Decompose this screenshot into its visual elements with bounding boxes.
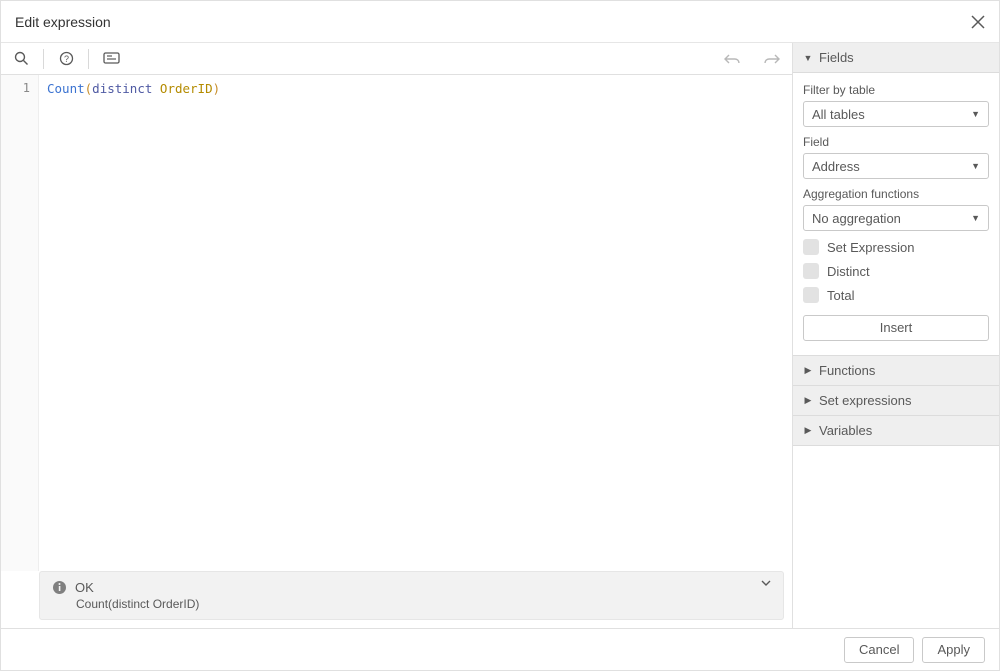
token-function: Count: [47, 81, 85, 96]
checkbox-box: [803, 263, 819, 279]
chevron-right-icon: ▶: [803, 395, 813, 406]
accordion-variables-label: Variables: [819, 423, 872, 438]
field-group: Field Address ▼: [803, 135, 989, 179]
status-label: OK: [75, 580, 94, 595]
cancel-button[interactable]: Cancel: [844, 637, 914, 663]
agg-label: Aggregation functions: [803, 187, 989, 201]
editor-pane: ?: [1, 43, 793, 628]
svg-text:?: ?: [63, 54, 68, 64]
chevron-down-icon: [761, 580, 771, 586]
apply-label: Apply: [937, 642, 970, 657]
set-expression-label: Set Expression: [827, 240, 914, 255]
set-expression-checkbox[interactable]: Set Expression: [803, 239, 989, 255]
filter-group: Filter by table All tables ▼: [803, 83, 989, 127]
fields-body: Filter by table All tables ▼ Field Addre…: [793, 73, 999, 355]
line-gutter: 1: [1, 75, 39, 571]
agg-value: No aggregation: [812, 211, 901, 226]
field-select[interactable]: Address ▼: [803, 153, 989, 179]
accordion-fields-label: Fields: [819, 50, 854, 65]
toolbar-separator: [43, 49, 44, 69]
agg-group: Aggregation functions No aggregation ▼: [803, 187, 989, 231]
chevron-down-icon: ▼: [971, 109, 980, 119]
insert-button[interactable]: Insert: [803, 315, 989, 341]
help-icon: ?: [59, 51, 74, 66]
info-icon: [52, 580, 67, 595]
dialog-title: Edit expression: [15, 14, 111, 30]
search-icon: [14, 51, 29, 66]
toolbar-separator: [88, 49, 89, 69]
field-label: Field: [803, 135, 989, 149]
status-bar[interactable]: OK Count(distinct OrderID): [39, 571, 784, 620]
token-identifier: OrderID: [160, 81, 213, 96]
code-editor[interactable]: 1 Count(distinct OrderID): [1, 75, 792, 571]
code-content[interactable]: Count(distinct OrderID): [39, 75, 792, 571]
accordion-set-expressions-label: Set expressions: [819, 393, 912, 408]
dialog-body: ?: [1, 43, 999, 628]
toolbar-left: ?: [1, 43, 131, 75]
redo-icon: [764, 53, 780, 65]
chevron-down-icon: ▼: [971, 213, 980, 223]
chevron-down-icon: ▼: [971, 161, 980, 171]
dialog-footer: Cancel Apply: [1, 628, 999, 670]
filter-select[interactable]: All tables ▼: [803, 101, 989, 127]
dialog-header: Edit expression: [1, 1, 999, 43]
token-paren-close: ): [213, 81, 221, 96]
insert-label: Insert: [880, 320, 913, 335]
toolbar: ?: [1, 43, 792, 75]
toolbar-right: [712, 43, 792, 75]
agg-select[interactable]: No aggregation ▼: [803, 205, 989, 231]
accordion-fields[interactable]: ▼ Fields: [793, 43, 999, 73]
chevron-right-icon: ▶: [803, 425, 813, 436]
comment-button[interactable]: [91, 43, 131, 75]
distinct-label: Distinct: [827, 264, 870, 279]
line-number: 1: [1, 81, 30, 95]
redo-button[interactable]: [752, 43, 792, 75]
status-expression: Count(distinct OrderID): [76, 597, 771, 611]
close-button[interactable]: [971, 15, 985, 29]
chevron-down-icon: ▼: [803, 53, 813, 63]
cancel-label: Cancel: [859, 642, 899, 657]
undo-icon: [724, 53, 740, 65]
checkbox-box: [803, 239, 819, 255]
accordion-variables[interactable]: ▶ Variables: [793, 416, 999, 446]
status-collapse[interactable]: [761, 580, 771, 586]
status-row: OK: [52, 580, 771, 595]
token-keyword: distinct: [92, 81, 152, 96]
accordion-functions[interactable]: ▶ Functions: [793, 355, 999, 386]
undo-button[interactable]: [712, 43, 752, 75]
close-icon: [971, 15, 985, 29]
chevron-right-icon: ▶: [803, 365, 813, 376]
filter-value: All tables: [812, 107, 865, 122]
filter-label: Filter by table: [803, 83, 989, 97]
field-value: Address: [812, 159, 860, 174]
help-button[interactable]: ?: [46, 43, 86, 75]
dialog: Edit expression ?: [0, 0, 1000, 671]
accordion-functions-label: Functions: [819, 363, 875, 378]
comment-icon: [103, 52, 120, 65]
side-panel: ▼ Fields Filter by table All tables ▼ Fi…: [793, 43, 999, 628]
apply-button[interactable]: Apply: [922, 637, 985, 663]
search-button[interactable]: [1, 43, 41, 75]
accordion-set-expressions[interactable]: ▶ Set expressions: [793, 386, 999, 416]
total-label: Total: [827, 288, 854, 303]
distinct-checkbox[interactable]: Distinct: [803, 263, 989, 279]
checkbox-box: [803, 287, 819, 303]
total-checkbox[interactable]: Total: [803, 287, 989, 303]
